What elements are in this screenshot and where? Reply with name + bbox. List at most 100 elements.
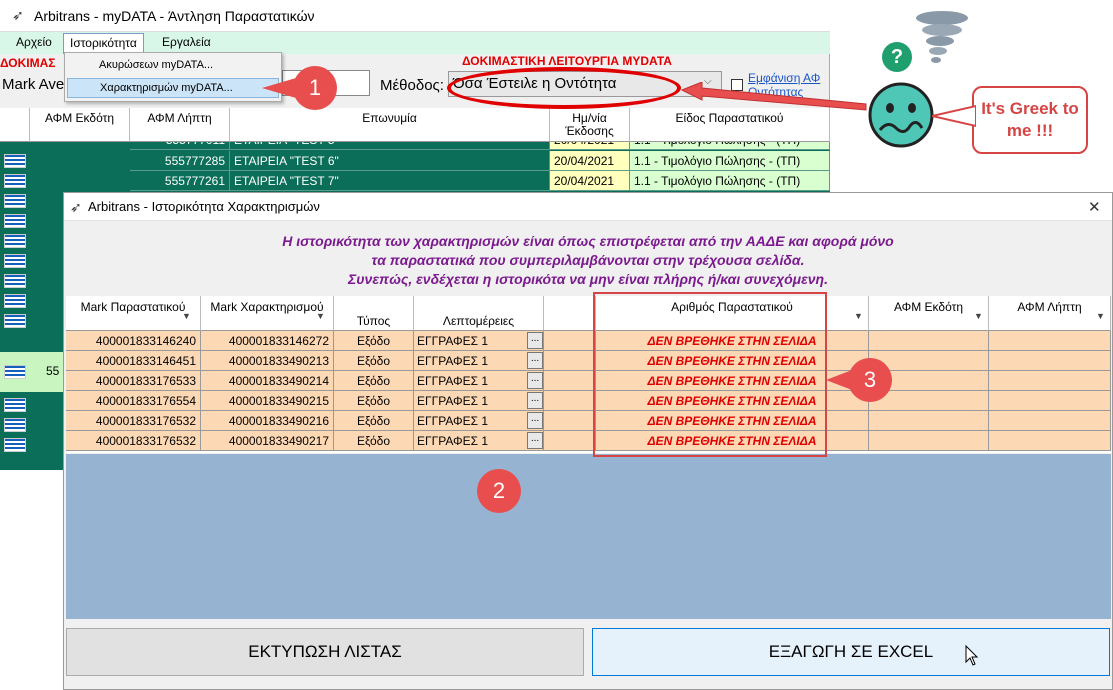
table-row[interactable]: 555777011 ΕΤΑΙΡΕΙΑ "TEST 5" 20/04/2021 1…	[0, 142, 830, 150]
greek-flag-icon	[4, 398, 26, 412]
sort-arrow-icon[interactable]: ▼	[1096, 311, 1105, 321]
menu-tools[interactable]: Εργαλεία	[158, 35, 215, 49]
info-line-3: Συνεπώς, ενδέχεται η ιστορικότα να μην ε…	[348, 271, 828, 287]
close-icon[interactable]: ✕	[1088, 198, 1101, 216]
table-row[interactable]: 400001833176532 400001833490217 Εξόδο ΕΓΓΡΑ…	[66, 431, 1111, 451]
table-row[interactable]: 555777261 ΕΤΑΙΡΕΙΑ "TEST 7" 20/04/2021 1…	[0, 171, 830, 191]
details-ellipsis-button[interactable]: ...	[527, 432, 543, 449]
cell-type: Εξόδο	[334, 371, 414, 391]
greek-flag-icon	[4, 274, 26, 288]
greek-flag-icon	[4, 154, 26, 168]
pointer-arrow-icon	[262, 78, 296, 98]
greek-flag-icon	[4, 365, 26, 379]
table-row[interactable]: 400001833176532 400001833490216 Εξόδο ΕΓΓΡΑ…	[66, 411, 1111, 431]
cell-date: 20/04/2021	[550, 142, 630, 150]
empty-grid-area	[66, 454, 1111, 619]
cell-details: ΕΓΓΡΑΦΕΣ 1	[414, 411, 544, 431]
cell-type: Εξόδο	[334, 351, 414, 371]
menu-item-characterizations[interactable]: Χαρακτηρισμών myDATA...	[67, 78, 279, 98]
greek-flag-icon	[4, 418, 26, 432]
cell-mark-doc: 400001833176532	[66, 411, 201, 431]
greek-flag-icon	[4, 174, 26, 188]
details-ellipsis-button[interactable]: ...	[527, 372, 543, 389]
cell-empty	[544, 411, 596, 431]
greek-flag-icon	[4, 314, 26, 328]
cell-details: ΕΓΓΡΑΦΕΣ 1	[414, 391, 544, 411]
head-mark-doc[interactable]: Mark Παραστατικού	[66, 296, 201, 331]
arrow-to-method-icon	[680, 82, 867, 111]
menu-history[interactable]: Ιστορικότητα	[63, 33, 144, 54]
cell-type: Εξόδο	[334, 331, 414, 351]
highlight-box	[593, 292, 827, 457]
mark-label: Mark Ave	[2, 76, 65, 93]
cell-name: ΕΤΑΙΡΕΙΑ "TEST 7"	[230, 171, 550, 191]
head-details[interactable]: Λεπτομέρειες	[414, 296, 544, 331]
grid-head-vat-receiver[interactable]: ΑΦΜ Λήπτη	[130, 108, 230, 142]
method-label: Μέθοδος:	[380, 77, 444, 94]
menu-item-cancellations[interactable]: Ακυρώσεων myDATA...	[67, 56, 279, 76]
table-row[interactable]: 400001833176554 400001833490215 Εξόδο ΕΓΓΡΑ…	[66, 391, 1111, 411]
dialog-title: Arbitrans - Ιστορικότητα Χαρακτηρισμών	[88, 199, 320, 214]
grid-head-date[interactable]: Ημ/νία Έκδοσης	[550, 108, 630, 142]
demo-mode-label-cut: ΔΟΚΙΜΑΣ	[0, 56, 56, 70]
cell-name: ΕΤΑΙΡΕΙΑ "TEST 5"	[230, 142, 550, 150]
question-icon: ?	[882, 42, 912, 72]
greek-flag-icon	[4, 438, 26, 452]
mouse-cursor-icon	[965, 645, 979, 666]
grid-head-vat-issuer[interactable]: ΑΦΜ Εκδότη	[30, 108, 130, 142]
table-row[interactable]: 400001833146451 400001833490213 Εξόδο ΕΓΓΡΑ…	[66, 351, 1111, 371]
selected-row[interactable]: 55	[0, 352, 63, 392]
cell-details: ΕΓΓΡΑΦΕΣ 1	[414, 351, 544, 371]
cell-vat-issuer	[869, 411, 989, 431]
cell-empty	[544, 351, 596, 371]
cell-vat-receiver	[989, 331, 1111, 351]
cell-vat-receiver: 555777285	[130, 151, 230, 171]
cell-mark-char: 400001833146272	[201, 331, 334, 351]
cell-mark-char: 400001833490215	[201, 391, 334, 411]
details-ellipsis-button[interactable]: ...	[527, 352, 543, 369]
history-grid: Mark Παραστατικού Mark Χαρακτηρισμού Τύπ…	[66, 296, 1111, 453]
export-excel-button[interactable]: ΕΞΑΓΩΓΗ ΣΕ EXCEL	[592, 628, 1110, 676]
details-ellipsis-button[interactable]: ...	[527, 392, 543, 409]
cell-details: ΕΓΓΡΑΦΕΣ 1	[414, 331, 544, 351]
cell-mark-char: 400001833490213	[201, 351, 334, 371]
table-row[interactable]: 555777285 ΕΤΑΙΡΕΙΑ "TEST 6" 20/04/2021 1…	[0, 151, 830, 171]
menu-file[interactable]: Αρχείο	[12, 35, 56, 49]
table-row[interactable]: 400001833146240 400001833146272 Εξόδο ΕΓΓΡΑ…	[66, 331, 1111, 351]
head-vat-issuer[interactable]: ΑΦΜ Εκδότη	[869, 296, 989, 331]
cell-empty	[544, 331, 596, 351]
print-list-button[interactable]: ΕΚΤΥΠΩΣΗ ΛΙΣΤΑΣ	[66, 628, 584, 676]
history-dialog: ➶ Arbitrans - Ιστορικότητα Χαρακτηρισμών…	[63, 192, 1113, 690]
app-logo-icon: ➶	[70, 199, 82, 215]
details-ellipsis-button[interactable]: ...	[527, 412, 543, 429]
head-vat-receiver[interactable]: ΑΦΜ Λήπτη	[989, 296, 1111, 331]
table-row[interactable]: 400001833176533 400001833490214 Εξόδο ΕΓΓΡΑ…	[66, 371, 1111, 391]
cell-mark-doc: 400001833146240	[66, 331, 201, 351]
cell-vat-receiver: 555777261	[130, 171, 230, 191]
cell-mark-char: 400001833490216	[201, 411, 334, 431]
cell-vat-receiver: 555777011	[130, 142, 230, 150]
sort-arrow-icon[interactable]: ▼	[854, 311, 863, 321]
info-line-1: Η ιστορικότητα των χαρακτηρισμών είναι ό…	[282, 233, 894, 249]
tornado-icon	[916, 11, 968, 63]
cell-vat-receiver	[989, 431, 1111, 451]
bubble-tail	[932, 104, 976, 128]
cell-doc-type: 1.1 - Τιμολόγιο Πώλησης - (ΤΠ)	[630, 142, 830, 150]
highlight-ellipse	[447, 67, 681, 109]
step-badge-2: 2	[477, 469, 521, 513]
sort-arrow-icon[interactable]: ▼	[316, 311, 325, 321]
cell-vat-receiver	[989, 391, 1111, 411]
head-type[interactable]: Τύπος	[334, 296, 414, 331]
cell-mark-doc: 400001833176533	[66, 371, 201, 391]
details-ellipsis-button[interactable]: ...	[527, 332, 543, 349]
grid-head-flag	[0, 108, 30, 142]
cell-vat-issuer	[869, 431, 989, 451]
sort-arrow-icon[interactable]: ▼	[182, 311, 191, 321]
cell-mark-doc: 400001833146451	[66, 351, 201, 371]
grid-head-name[interactable]: Επωνυμία	[230, 108, 550, 142]
sort-arrow-icon[interactable]: ▼	[974, 311, 983, 321]
cell-details: ΕΓΓΡΑΦΕΣ 1	[414, 431, 544, 451]
cell-vat-issuer	[869, 331, 989, 351]
head-mark-char[interactable]: Mark Χαρακτηρισμού	[201, 296, 334, 331]
greek-flag-icon	[4, 254, 26, 268]
